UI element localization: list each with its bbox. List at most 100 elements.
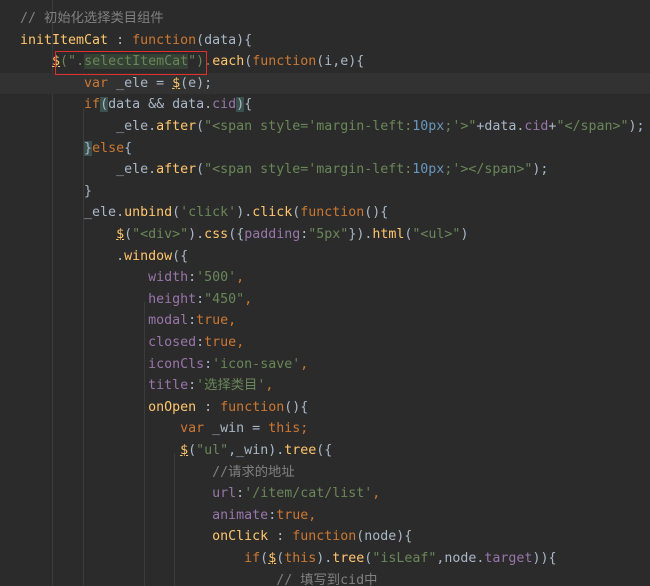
code-line[interactable]: iconCls:'icon-save', — [0, 354, 650, 376]
code-line[interactable]: url:'/item/cat/list', — [0, 483, 650, 505]
code-token: selectItemCat — [84, 54, 189, 70]
code-token: , — [236, 270, 245, 286]
code-token: ) — [236, 97, 245, 113]
code-token: +data. — [476, 119, 525, 134]
code-token: : — [196, 399, 221, 415]
code-editor[interactable]: // 初始化选择类目组件 initItemCat : function(data)… — [0, 0, 650, 586]
code-token: , — [308, 507, 317, 523]
code-token: } — [84, 140, 93, 156]
code-line[interactable]: closed:true, — [0, 332, 650, 354]
code-token: function — [252, 54, 317, 70]
code-token: // 填写到cid中 — [276, 572, 378, 586]
code-token: "<span style='margin-left: — [204, 119, 413, 134]
code-token: , — [244, 291, 253, 307]
code-line[interactable]: }else{ — [0, 138, 650, 160]
code-token: : — [188, 313, 197, 329]
code-line[interactable]: // 填写到cid中 — [0, 570, 650, 586]
code-line[interactable]: animate:true, — [0, 505, 650, 527]
code-token: if — [244, 551, 261, 566]
code-token: (){ — [364, 205, 389, 221]
code-token: var — [180, 421, 205, 437]
code-token: : — [196, 335, 205, 350]
code-token: function — [132, 32, 197, 48]
code-token: this — [268, 421, 301, 437]
code-line[interactable]: modal:true, — [0, 310, 650, 332]
code-token: , — [236, 335, 245, 350]
code-line[interactable]: initItemCat : function(data){ — [0, 30, 650, 52]
code-token: cid — [524, 119, 549, 134]
code-token: true — [276, 507, 309, 523]
code-line[interactable]: .window({ — [0, 246, 650, 268]
code-line[interactable]: var _win = this; — [0, 418, 650, 440]
code-token: css — [204, 227, 229, 242]
code-token: function — [300, 205, 365, 221]
code-line[interactable]: onOpen : function(){ — [0, 397, 650, 419]
code-token: after — [156, 119, 197, 134]
code-token: '/item/cat/list' — [244, 486, 373, 502]
code-token: , — [372, 486, 381, 502]
code-line[interactable]: title:'选择类目', — [0, 375, 650, 397]
code-token: )){ — [532, 551, 557, 566]
code-token: ) — [460, 227, 469, 242]
code-token: ( — [124, 227, 133, 242]
code-token: ). — [236, 205, 253, 221]
code-token: data && data. — [108, 97, 213, 113]
code-line[interactable]: $("<div>").css({padding:"5px"}).html("<u… — [0, 224, 650, 246]
code-token: : — [236, 486, 245, 502]
code-line[interactable]: onClick : function(node){ — [0, 526, 650, 548]
code-token: ); — [628, 119, 645, 134]
code-token: : — [204, 356, 213, 372]
code-token: "isLeaf" — [372, 551, 437, 566]
code-token: onClick — [212, 529, 269, 545]
code-token: ). — [316, 551, 333, 566]
code-token: function — [220, 399, 285, 415]
code-token: . — [76, 54, 85, 70]
code-token: : — [268, 507, 277, 523]
code-token: 10px — [412, 119, 445, 134]
code-token: 'icon-save' — [212, 356, 301, 372]
code-token: onOpen — [148, 399, 197, 415]
code-token: , — [300, 356, 309, 372]
code-line[interactable]: $("ul",_win).tree({ — [0, 440, 650, 462]
code-line[interactable]: _ele.after("<span style='margin-left:10p… — [0, 159, 650, 181]
code-token: ( — [260, 551, 269, 566]
code-token: (i,e){ — [316, 54, 365, 70]
code-token: $ — [172, 75, 181, 91]
code-line[interactable]: _ele.after("<span style='margin-left:10p… — [0, 116, 650, 138]
code-line[interactable]: if(data && data.cid){ — [0, 94, 650, 116]
code-token: }). — [348, 227, 373, 242]
code-line[interactable]: $(".selectItemCat").each(function(i,e){ — [0, 51, 650, 73]
code-token: (" — [60, 54, 77, 70]
code-line[interactable]: _ele.unbind('click').click(function(){ — [0, 202, 650, 224]
code-line[interactable]: //请求的地址 — [0, 462, 650, 484]
code-line[interactable]: // 初始化选择类目组件 — [0, 8, 650, 30]
code-token: width — [148, 270, 189, 286]
code-line[interactable]: var _ele = $(e); — [0, 72, 650, 95]
code-line[interactable]: if($(this).tree("isLeaf",node.target)){ — [0, 548, 650, 570]
code-line[interactable]: width:'500', — [0, 267, 650, 289]
code-line[interactable]: height:"450", — [0, 289, 650, 311]
code-token: "</span>" — [556, 119, 629, 134]
code-token: else — [92, 140, 125, 156]
code-token: (node){ — [356, 529, 413, 545]
code-token: tree — [332, 551, 365, 566]
code-token: "<ul>" — [412, 227, 461, 242]
code-token: iconCls — [148, 356, 205, 372]
code-token: var — [84, 75, 109, 91]
code-line[interactable]: } — [0, 181, 650, 203]
code-token: (e); — [180, 75, 213, 91]
code-token: ); — [532, 162, 549, 178]
code-token: } — [20, 183, 93, 199]
code-token: (){ — [284, 399, 309, 415]
